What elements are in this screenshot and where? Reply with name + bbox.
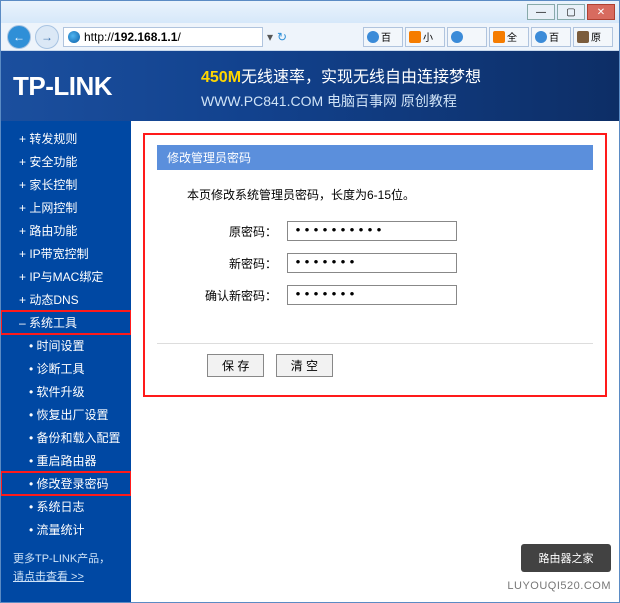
tab-strip: 百 小 全 百 原 — [363, 27, 613, 47]
window-titlebar: — ▢ ✕ — [1, 1, 619, 23]
forward-button[interactable]: → — [35, 25, 59, 49]
back-button[interactable]: ← — [7, 25, 31, 49]
sidebar-sub-item[interactable]: 恢复出厂设置 — [1, 403, 131, 426]
favicon-icon — [535, 31, 547, 43]
sidebar-sub-item[interactable]: 诊断工具 — [1, 357, 131, 380]
browser-tab[interactable] — [447, 27, 487, 47]
panel-body: 本页修改系统管理员密码，长度为6-15位。 原密码： 新密码： 确认新密码： — [157, 170, 593, 333]
favicon-icon — [577, 31, 589, 43]
sidebar-sub-change-password[interactable]: 修改登录密码 — [1, 472, 131, 495]
address-bar: ← → http://192.168.1.1/ ▾ ↻ 百 小 全 百 原 — [1, 23, 619, 51]
sidebar-item[interactable]: IP带宽控制 — [1, 242, 131, 265]
form-row-confirm-password: 确认新密码： — [187, 285, 563, 305]
favicon-icon — [493, 31, 505, 43]
sidebar-item[interactable]: 动态DNS — [1, 288, 131, 311]
browser-window: — ▢ ✕ ← → http://192.168.1.1/ ▾ ↻ 百 小 全 … — [0, 0, 620, 603]
sidebar-item[interactable]: IP与MAC绑定 — [1, 265, 131, 288]
highlight-box: 修改管理员密码 本页修改系统管理员密码，长度为6-15位。 原密码： 新密码： … — [143, 133, 607, 397]
browser-tab[interactable]: 小 — [405, 27, 445, 47]
banner-subline: WWW.PC841.COM 电脑百事网 原创教程 — [201, 91, 481, 111]
sidebar-item[interactable]: 安全功能 — [1, 150, 131, 173]
close-button[interactable]: ✕ — [587, 4, 615, 20]
sidebar-item[interactable]: 家长控制 — [1, 173, 131, 196]
sidebar-sub-item[interactable]: 流量统计 — [1, 518, 131, 541]
browser-tab[interactable]: 全 — [489, 27, 529, 47]
dropdown-icon[interactable]: ▾ — [267, 30, 273, 44]
browser-tab[interactable]: 百 — [363, 27, 403, 47]
panel-description: 本页修改系统管理员密码，长度为6-15位。 — [187, 186, 563, 203]
ie-icon — [68, 31, 80, 43]
browser-tab[interactable]: 原 — [573, 27, 613, 47]
panel-title: 修改管理员密码 — [157, 145, 593, 170]
maximize-button[interactable]: ▢ — [557, 4, 585, 20]
new-password-label: 新密码： — [187, 255, 277, 272]
favicon-icon — [367, 31, 379, 43]
sidebar: 转发规则 安全功能 家长控制 上网控制 路由功能 IP带宽控制 IP与MAC绑定… — [1, 121, 131, 602]
clear-button[interactable]: 清 空 — [276, 354, 333, 377]
refresh-icon[interactable]: ↻ — [277, 30, 287, 44]
content-area: 修改管理员密码 本页修改系统管理员密码，长度为6-15位。 原密码： 新密码： … — [131, 121, 619, 602]
sidebar-footer: 更多TP-LINK产品， 请点击查看 >> — [1, 541, 131, 596]
sidebar-item[interactable]: 转发规则 — [1, 127, 131, 150]
favicon-icon — [409, 31, 421, 43]
sidebar-sub-item[interactable]: 软件升级 — [1, 380, 131, 403]
sidebar-item-system-tools[interactable]: 系统工具 — [1, 311, 131, 334]
minimize-button[interactable]: — — [527, 4, 555, 20]
sidebar-sub-item[interactable]: 系统日志 — [1, 495, 131, 518]
sidebar-sub-item[interactable]: 时间设置 — [1, 334, 131, 357]
watermark-box: 路由器之家 — [521, 544, 611, 572]
sidebar-item[interactable]: 上网控制 — [1, 196, 131, 219]
page-banner: TP-LINK 450M无线速率，实现无线自由连接梦想 WWW.PC841.CO… — [1, 51, 619, 121]
new-password-input[interactable] — [287, 253, 457, 273]
browser-tab[interactable]: 百 — [531, 27, 571, 47]
sidebar-sub-item[interactable]: 重启路由器 — [1, 449, 131, 472]
main-layout: 转发规则 安全功能 家长控制 上网控制 路由功能 IP带宽控制 IP与MAC绑定… — [1, 121, 619, 602]
url-input[interactable]: http://192.168.1.1/ — [63, 27, 263, 47]
more-products-link[interactable]: 请点击查看 >> — [13, 571, 84, 583]
tp-link-logo: TP-LINK — [13, 71, 112, 102]
old-password-label: 原密码： — [187, 223, 277, 240]
favicon-icon — [451, 31, 463, 43]
form-row-old-password: 原密码： — [187, 221, 563, 241]
save-button[interactable]: 保 存 — [207, 354, 264, 377]
confirm-password-label: 确认新密码： — [187, 287, 277, 304]
banner-text: 450M无线速率，实现无线自由连接梦想 WWW.PC841.COM 电脑百事网 … — [201, 63, 481, 111]
form-row-new-password: 新密码： — [187, 253, 563, 273]
url-text: http://192.168.1.1/ — [84, 30, 181, 44]
button-row: 保 存 清 空 — [157, 343, 593, 377]
banner-slogan: 450M无线速率，实现无线自由连接梦想 — [201, 63, 481, 87]
sidebar-item[interactable]: 路由功能 — [1, 219, 131, 242]
sidebar-sub-item[interactable]: 备份和载入配置 — [1, 426, 131, 449]
watermark-url: LUYOUQI520.COM — [507, 580, 611, 592]
confirm-password-input[interactable] — [287, 285, 457, 305]
old-password-input[interactable] — [287, 221, 457, 241]
